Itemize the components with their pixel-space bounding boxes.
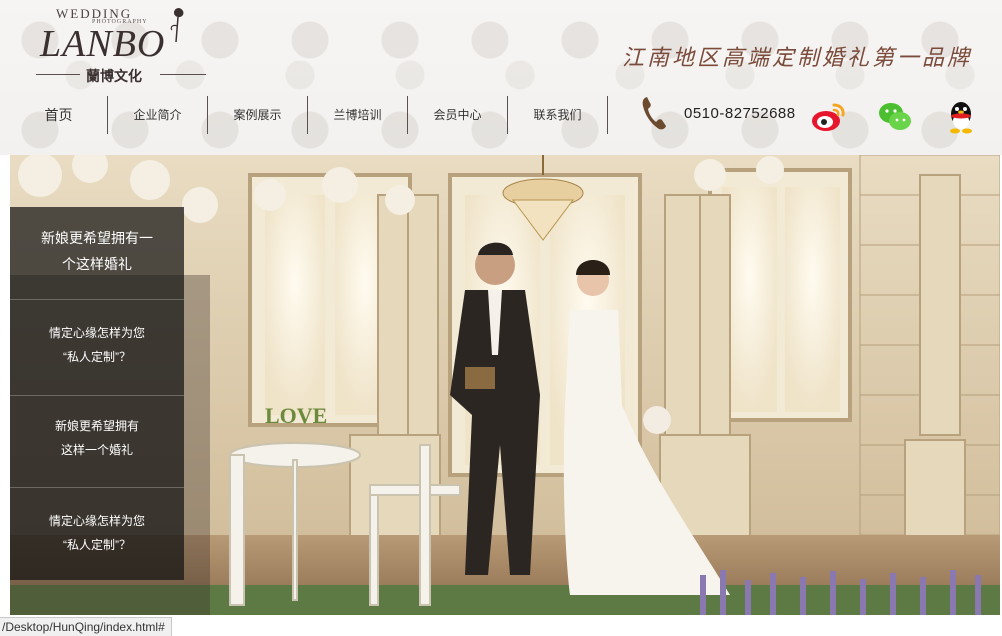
logo-lanbo-text: LANBO xyxy=(40,23,166,65)
side-menu-item-line1: 新娘更希望拥有 xyxy=(54,419,139,433)
side-menu-item-line1: 情定心缘怎样为您 xyxy=(48,514,145,528)
side-menu-item-line2: “私人定制”？ xyxy=(63,538,131,552)
contact-block: 0510-82752688 xyxy=(640,95,796,131)
nav-item-cases[interactable]: 案例展示 xyxy=(208,96,308,134)
logo-divider-left xyxy=(36,74,80,75)
phone-number: 0510-82752688 xyxy=(684,104,796,122)
browser-status-bar: /Desktop/HunQing/index.html# xyxy=(0,617,172,636)
logo-chinese-name: 蘭博文化 xyxy=(86,69,142,85)
side-menu-item-4[interactable]: 情定心缘怎样为您 “私人定制”？ xyxy=(10,509,184,557)
side-menu: 新娘更希望拥有一 个这样婚礼 情定心缘怎样为您 “私人定制”？ 新娘更希望拥有 … xyxy=(10,207,184,580)
side-menu-item-3[interactable]: 新娘更希望拥有 这样一个婚礼 xyxy=(10,414,184,462)
nav-item-member[interactable]: 会员中心 xyxy=(408,96,508,134)
side-menu-item-line1: 新娘更希望拥有一 xyxy=(41,230,153,246)
weibo-icon[interactable] xyxy=(810,99,846,135)
side-menu-divider xyxy=(10,299,184,300)
nav-item-contact[interactable]: 联系我们 xyxy=(508,96,608,134)
header-slogan: 江南地区高端定制婚礼第一品牌 xyxy=(622,46,973,71)
site-header: WEDDING PHOTOGRAPHY LANBO 蘭博文化 江南地区高端定制婚… xyxy=(0,0,1002,155)
logo-divider-right xyxy=(160,74,206,75)
side-menu-divider xyxy=(10,395,184,396)
wechat-icon[interactable] xyxy=(877,99,913,135)
side-menu-item-line2: 这样一个婚礼 xyxy=(60,443,133,457)
nav-item-training[interactable]: 兰博培训 xyxy=(308,96,408,134)
side-menu-item-line2: “私人定制”？ xyxy=(63,350,131,364)
side-menu-item-2[interactable]: 情定心缘怎样为您 “私人定制”？ xyxy=(10,321,184,369)
main-nav: 首页 企业简介 案例展示 兰博培训 会员中心 联系我们 xyxy=(10,96,608,134)
qq-icon[interactable] xyxy=(943,99,979,135)
side-menu-item-line2: 个这样婚礼 xyxy=(62,256,132,272)
love-sign: LOVE xyxy=(265,403,327,428)
rose-icon xyxy=(170,8,184,43)
nav-item-about[interactable]: 企业简介 xyxy=(108,96,208,134)
side-menu-item-1[interactable]: 新娘更希望拥有一 个这样婚礼 xyxy=(10,225,184,277)
side-menu-item-line1: 情定心缘怎样为您 xyxy=(48,326,145,340)
nav-item-home[interactable]: 首页 xyxy=(10,96,108,134)
site-logo[interactable]: WEDDING PHOTOGRAPHY LANBO 蘭博文化 xyxy=(36,4,216,85)
side-menu-divider xyxy=(10,487,184,488)
phone-icon xyxy=(642,97,666,130)
